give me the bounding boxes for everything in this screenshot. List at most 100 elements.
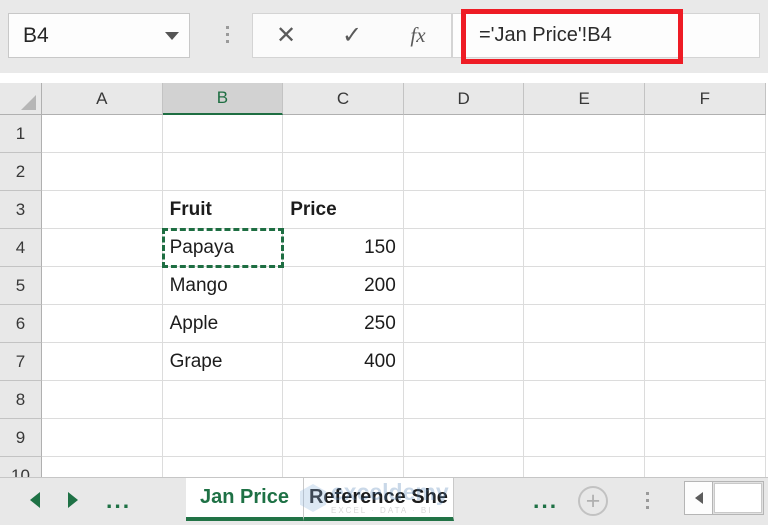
cell-C6[interactable]: 250 — [283, 305, 404, 343]
cell-B8[interactable] — [162, 381, 284, 419]
row-header-4[interactable]: 4 — [0, 229, 42, 267]
confirm-check-icon[interactable]: ✓ — [319, 14, 385, 57]
cell-E5[interactable] — [524, 267, 645, 305]
sheet-tab-jan-price[interactable]: Jan Price — [186, 478, 304, 521]
cell-F5[interactable] — [644, 267, 766, 305]
cell-F4[interactable] — [644, 229, 766, 267]
cell-B2[interactable] — [162, 153, 284, 191]
table-row: 3 Fruit Price — [0, 191, 768, 229]
nav-right-icon[interactable] — [68, 492, 78, 508]
excel-window: B4 ✕ ✓ fx ='Jan Price'!B4 A B C D E F 1 … — [0, 0, 768, 525]
cell-B3[interactable]: Fruit — [162, 191, 284, 229]
cell-D10[interactable] — [403, 457, 525, 477]
select-all-triangle-icon — [21, 95, 36, 110]
cell-D1[interactable] — [403, 115, 525, 153]
cell-B10[interactable] — [162, 457, 284, 477]
cancel-icon[interactable]: ✕ — [253, 14, 319, 57]
formula-input[interactable]: ='Jan Price'!B4 — [452, 13, 760, 58]
cell-C5[interactable]: 200 — [283, 267, 404, 305]
cell-F3[interactable] — [644, 191, 766, 229]
cell-D8[interactable] — [403, 381, 525, 419]
cell-F7[interactable] — [644, 343, 766, 381]
row-header-2[interactable]: 2 — [0, 153, 42, 191]
cell-B7[interactable]: Grape — [162, 343, 284, 381]
cell-A3[interactable] — [42, 191, 163, 229]
cell-E3[interactable] — [524, 191, 645, 229]
cell-D4[interactable] — [403, 229, 525, 267]
cell-C4[interactable]: 150 — [283, 229, 404, 267]
cell-A2[interactable] — [42, 153, 163, 191]
scrollbar-thumb[interactable] — [714, 483, 762, 513]
cell-C1[interactable] — [283, 115, 404, 153]
row-header-3[interactable]: 3 — [0, 191, 42, 229]
row-header-5[interactable]: 5 — [0, 267, 42, 305]
cell-A7[interactable] — [42, 343, 163, 381]
cell-E2[interactable] — [524, 153, 645, 191]
horizontal-scrollbar[interactable] — [684, 481, 764, 515]
cell-E4[interactable] — [524, 229, 645, 267]
insert-function-icon[interactable]: fx — [385, 14, 451, 57]
cell-E1[interactable] — [524, 115, 645, 153]
formula-bar-strip: B4 ✕ ✓ fx ='Jan Price'!B4 — [0, 0, 768, 73]
cell-D6[interactable] — [403, 305, 525, 343]
sheet-nav-arrows: ... — [30, 478, 131, 522]
cell-C8[interactable] — [283, 381, 404, 419]
cell-C7[interactable]: 400 — [283, 343, 404, 381]
cell-E9[interactable] — [524, 419, 645, 457]
row-header-7[interactable]: 7 — [0, 343, 42, 381]
sheet-tab-reference-sheet[interactable]: Reference She — [303, 478, 454, 521]
cell-C10[interactable] — [283, 457, 404, 477]
column-header-A[interactable]: A — [42, 83, 163, 115]
cell-F10[interactable] — [644, 457, 766, 477]
cell-A8[interactable] — [42, 381, 163, 419]
cell-E7[interactable] — [524, 343, 645, 381]
cell-D2[interactable] — [403, 153, 525, 191]
column-header-D[interactable]: D — [403, 83, 525, 115]
select-all-corner[interactable] — [0, 83, 42, 115]
cell-A10[interactable] — [42, 457, 163, 477]
cell-D5[interactable] — [403, 267, 525, 305]
cell-F1[interactable] — [644, 115, 766, 153]
cell-B1[interactable] — [162, 115, 284, 153]
cell-C3[interactable]: Price — [283, 191, 404, 229]
sheet-overflow-left-ellipsis[interactable]: ... — [106, 489, 131, 512]
cell-F8[interactable] — [644, 381, 766, 419]
column-header-B[interactable]: B — [162, 83, 284, 115]
cell-B4[interactable]: Papaya — [161, 228, 285, 268]
cell-B9[interactable] — [162, 419, 284, 457]
row-header-10[interactable]: 10 — [0, 457, 42, 477]
sheet-tab-label: Reference She — [308, 486, 448, 508]
row-header-1[interactable]: 1 — [0, 115, 42, 153]
chevron-down-icon[interactable] — [155, 31, 189, 40]
sheet-overflow-right-ellipsis[interactable]: ... — [533, 489, 558, 512]
cell-A4[interactable] — [42, 229, 163, 267]
row-header-8[interactable]: 8 — [0, 381, 42, 419]
add-sheet-button[interactable]: + — [578, 486, 608, 516]
cell-D3[interactable] — [403, 191, 525, 229]
cell-F9[interactable] — [644, 419, 766, 457]
cell-A6[interactable] — [42, 305, 163, 343]
column-header-E[interactable]: E — [524, 83, 645, 115]
row-header-6[interactable]: 6 — [0, 305, 42, 343]
row-header-9[interactable]: 9 — [0, 419, 42, 457]
cell-F6[interactable] — [644, 305, 766, 343]
column-header-F[interactable]: F — [644, 83, 766, 115]
cell-E6[interactable] — [524, 305, 645, 343]
cell-B5[interactable]: Mango — [162, 267, 284, 305]
nav-left-icon[interactable] — [30, 492, 40, 508]
table-row: 7 Grape 400 — [0, 343, 768, 381]
cell-F2[interactable] — [644, 153, 766, 191]
column-header-C[interactable]: C — [283, 83, 404, 115]
cell-A9[interactable] — [42, 419, 163, 457]
cell-D9[interactable] — [403, 419, 525, 457]
cell-A1[interactable] — [42, 115, 163, 153]
cell-E8[interactable] — [524, 381, 645, 419]
name-box[interactable]: B4 — [8, 13, 190, 58]
cell-C9[interactable] — [283, 419, 404, 457]
cell-E10[interactable] — [524, 457, 645, 477]
cell-A5[interactable] — [42, 267, 163, 305]
cell-B6[interactable]: Apple — [162, 305, 284, 343]
cell-C2[interactable] — [283, 153, 404, 191]
cell-D7[interactable] — [403, 343, 525, 381]
scroll-left-icon[interactable] — [685, 482, 713, 514]
